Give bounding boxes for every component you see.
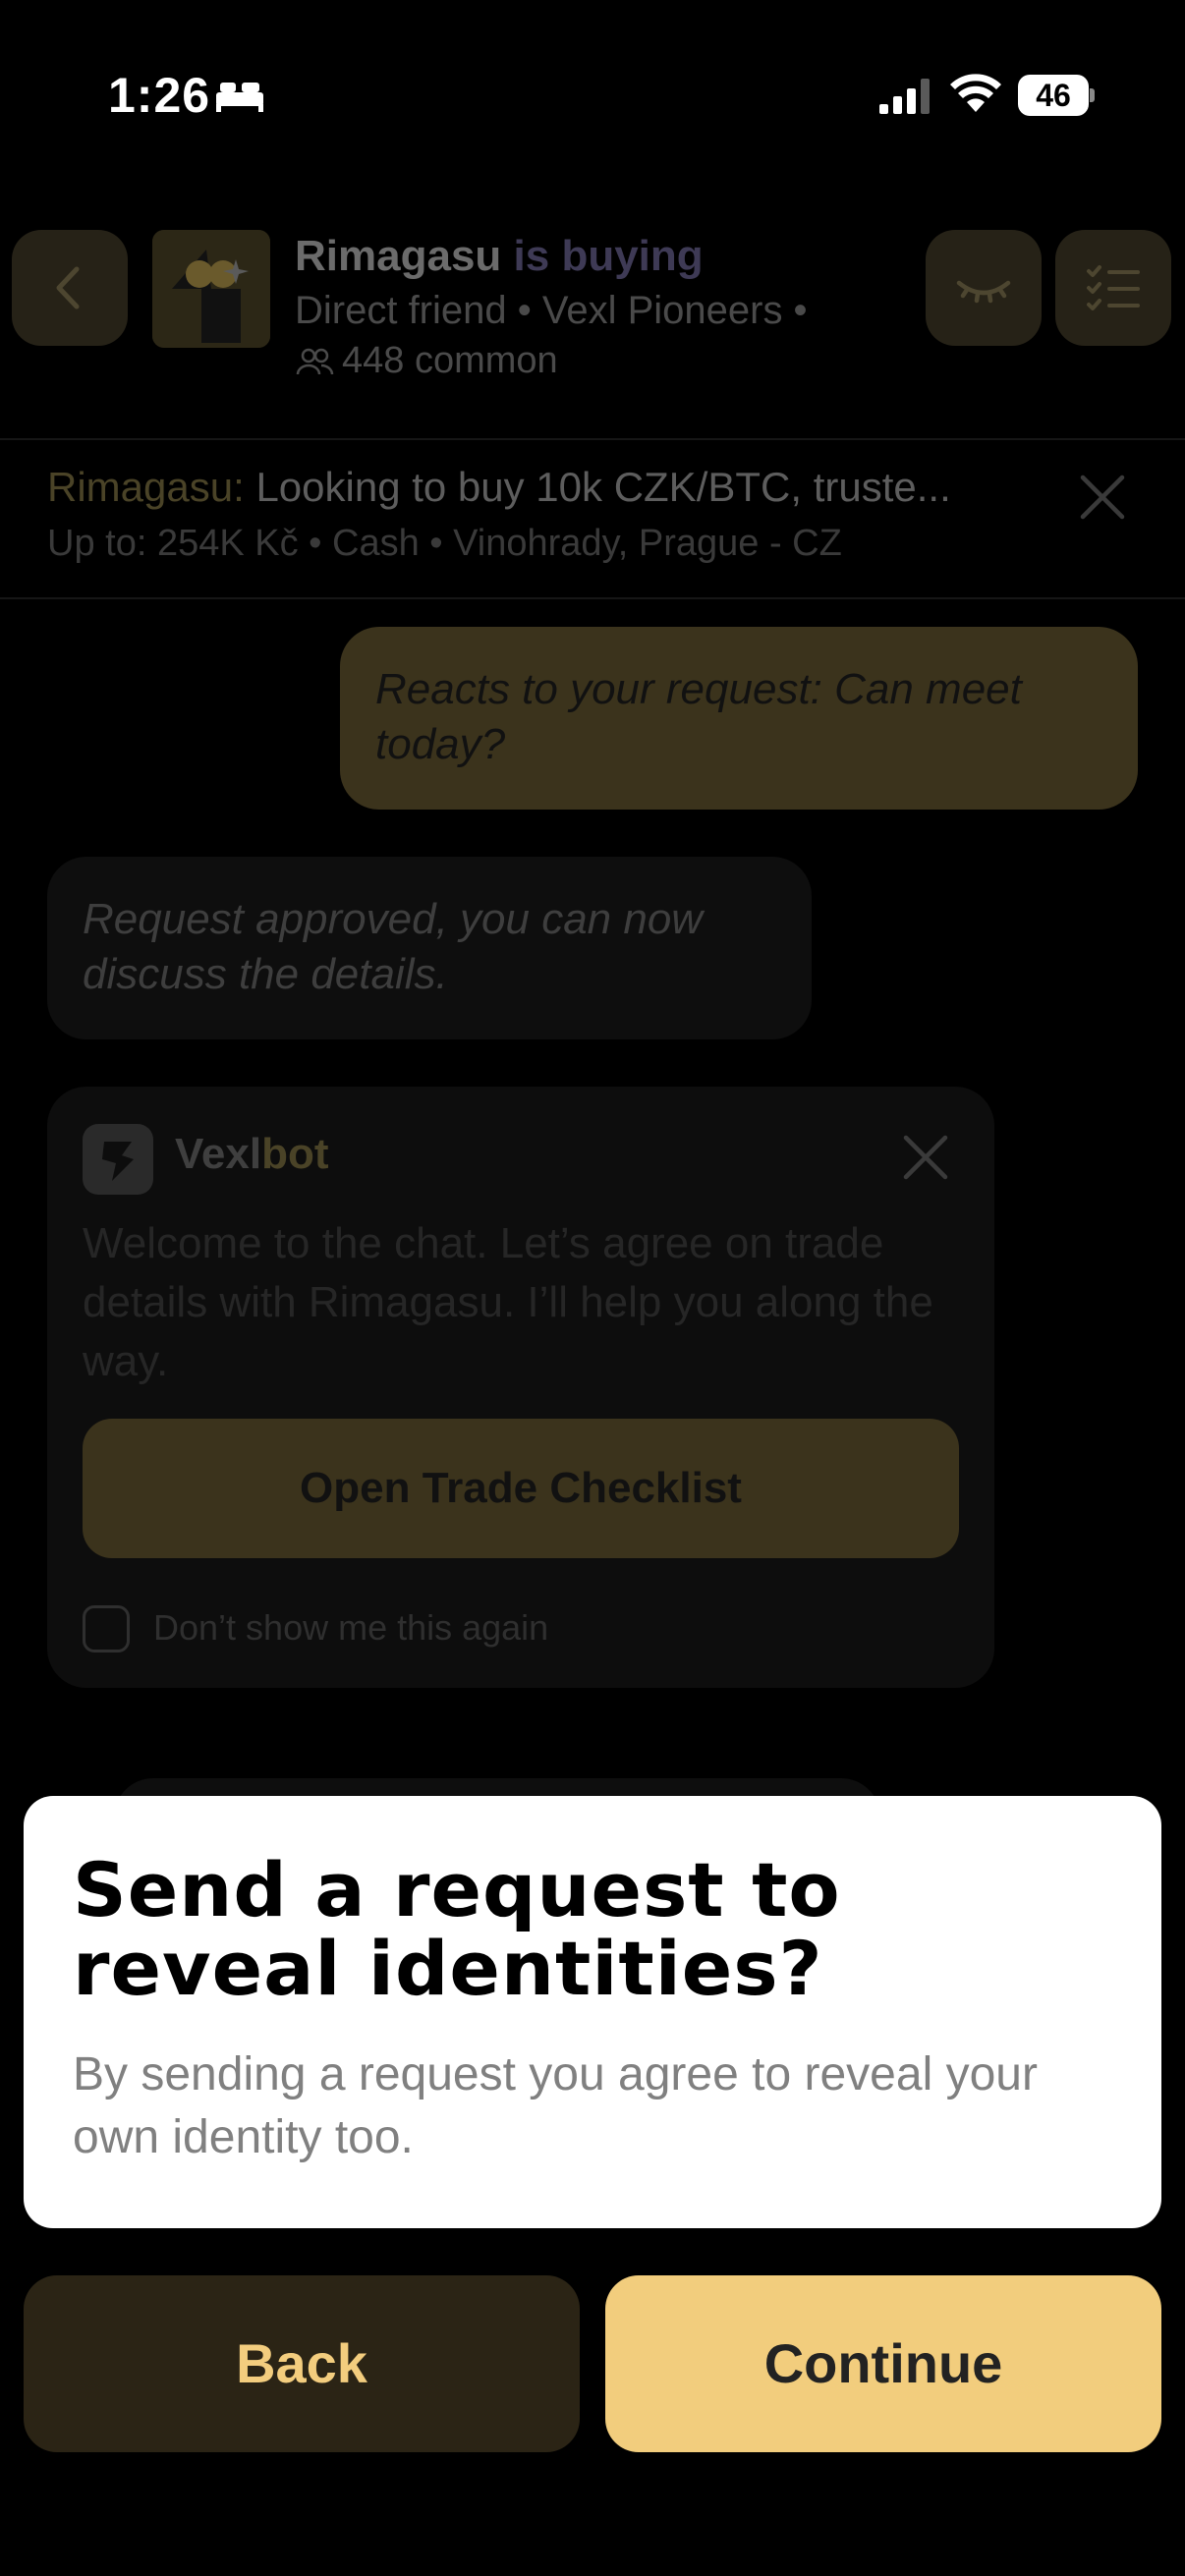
checklist-icon: [1087, 265, 1140, 310]
back-button[interactable]: Back: [24, 2275, 580, 2452]
close-icon[interactable]: [900, 1132, 951, 1183]
reveal-identity-button[interactable]: [926, 230, 1042, 346]
incoming-message: Request approved, you can now discuss th…: [47, 857, 812, 1039]
open-trade-checklist-button[interactable]: Open Trade Checklist: [83, 1419, 959, 1558]
chat-title: Rimagasu is buying: [295, 232, 704, 281]
avatar-image: [152, 230, 270, 348]
dont-show-again-checkbox[interactable]: [83, 1605, 130, 1652]
vexlbot-message: Welcome to the chat. Let’s agree on trad…: [83, 1219, 933, 1385]
common-friends: 448 common: [295, 340, 558, 382]
common-friends-count: 448 common: [342, 340, 558, 381]
offer-summary-bar[interactable]: Rimagasu: Looking to buy 10k CZK/BTC, tr…: [0, 440, 1185, 597]
header-back-button[interactable]: [12, 230, 128, 346]
avatar: [152, 230, 270, 348]
offer-text: Looking to buy 10k CZK/BTC, truste...: [255, 464, 951, 510]
offer-title: Rimagasu: Looking to buy 10k CZK/BTC, tr…: [47, 464, 951, 511]
chat-subtitle: Direct friend • Vexl Pioneers •: [295, 289, 808, 332]
close-icon[interactable]: [1077, 472, 1128, 523]
chat-contact-name: Rimagasu: [295, 232, 502, 280]
trade-checklist-button[interactable]: [1055, 230, 1171, 346]
offer-divider: [0, 597, 1185, 599]
vexlbot-icon: [102, 1142, 134, 1181]
vexlbot-logo: [83, 1124, 153, 1195]
vexlbot-name-suffix: bot: [261, 1130, 329, 1178]
closed-eye-icon: [956, 280, 1011, 304]
chevron-left-icon: [56, 266, 80, 309]
chat-header: Rimagasu is buying Direct friend • Vexl …: [0, 216, 1185, 438]
offer-owner: Rimagasu:: [47, 464, 245, 510]
vexlbot-name: Vexlbot: [175, 1130, 329, 1179]
outgoing-message: Reacts to your request: Can meet today?: [340, 627, 1138, 810]
vexlbot-name-prefix: Vexl: [175, 1130, 262, 1178]
offer-meta: Up to: 254K Kč • Cash • Vinohrady, Pragu…: [47, 523, 842, 564]
modal-description: By sending a request you agree to reveal…: [73, 2048, 1038, 2163]
continue-button[interactable]: Continue: [605, 2275, 1161, 2452]
reveal-identity-modal: Send a request to reveal identities? By …: [24, 1796, 1161, 2228]
people-icon: [296, 348, 334, 375]
vexlbot-card: Vexlbot Welcome to the chat. Let’s agree…: [47, 1087, 994, 1688]
modal-title: Send a request to reveal identities?: [73, 1846, 841, 2012]
dont-show-again-label: Don’t show me this again: [153, 1607, 549, 1648]
chat-offer-verb: is buying: [513, 232, 704, 280]
